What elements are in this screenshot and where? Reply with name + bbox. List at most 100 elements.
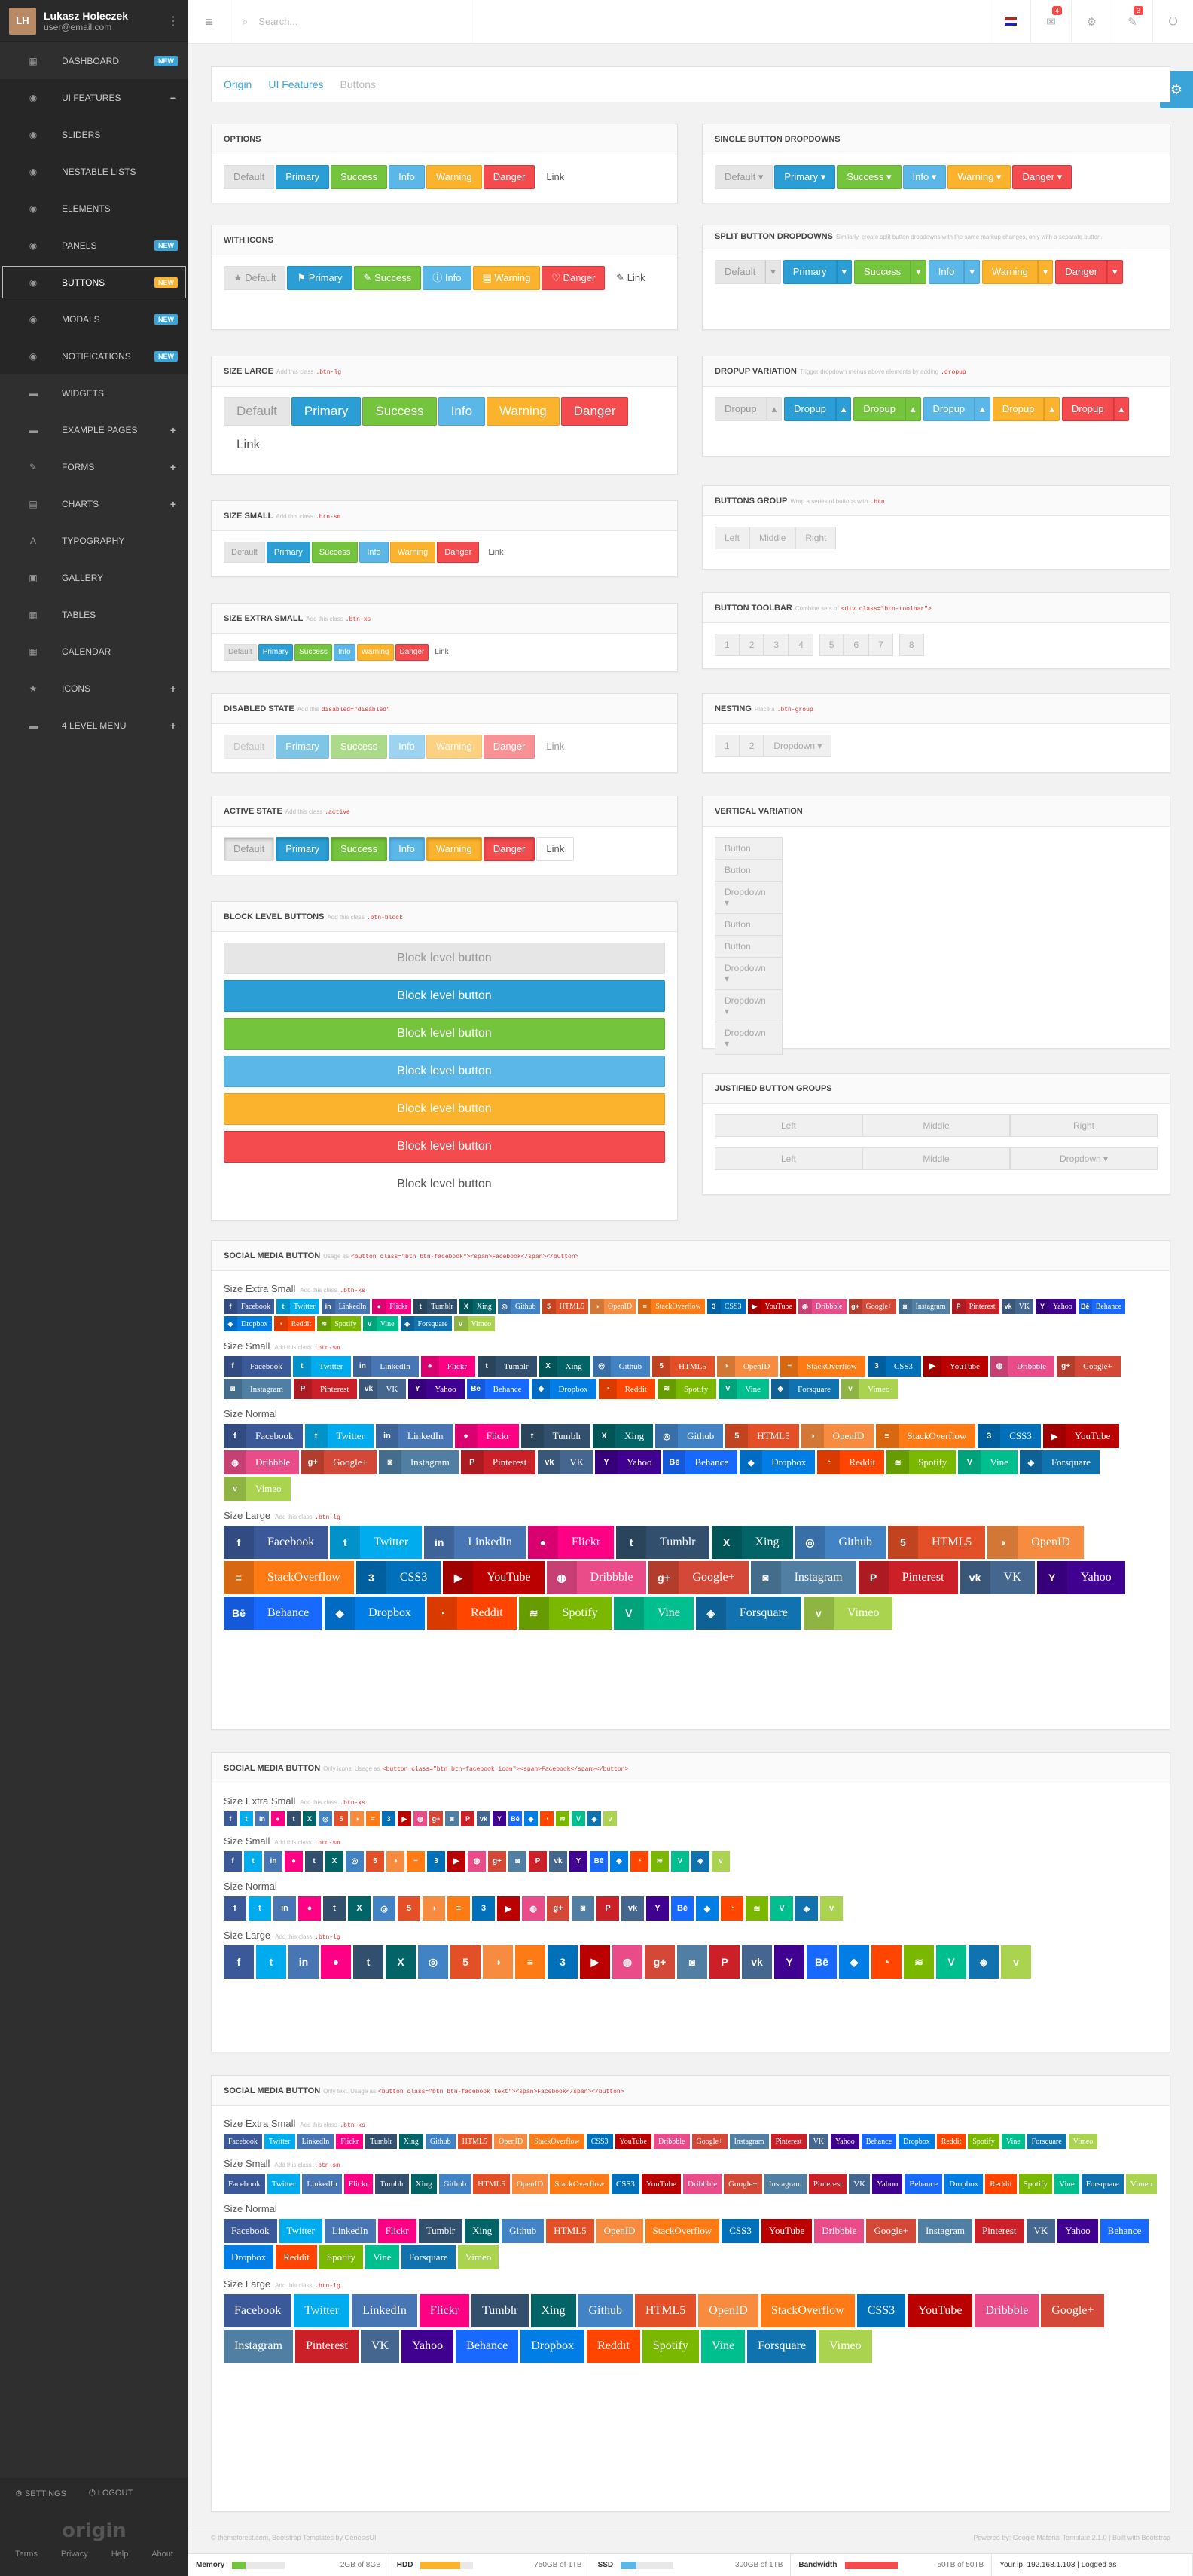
youtube-button[interactable]: ▶ [497, 1896, 520, 1921]
spotify-button[interactable]: ≋ Spotify [317, 1316, 361, 1331]
github-button[interactable]: ◎ [346, 1851, 364, 1872]
vine-button[interactable]: V Vine [958, 1450, 1018, 1474]
twitter-button[interactable]: Twitter [294, 2294, 350, 2327]
instagram-button[interactable]: ◙ [508, 1851, 526, 1872]
vine-button[interactable]: Vine [1001, 2134, 1025, 2149]
info-caret-button[interactable]: ▾ [964, 260, 980, 284]
vine-button[interactable]: Vine [365, 2245, 399, 2269]
danger-dropup-button[interactable]: Dropup [1061, 397, 1114, 421]
twitter-button[interactable]: t [244, 1851, 262, 1872]
xing-button[interactable]: X [303, 1811, 316, 1826]
xing-button[interactable]: X [325, 1851, 343, 1872]
pinterest-button[interactable]: P Pinterest [460, 1450, 536, 1474]
info-button[interactable]: Info [389, 735, 425, 759]
tumblr-button[interactable]: Tumblr [374, 2174, 409, 2194]
google-button[interactable]: Google+ [866, 2219, 917, 2243]
default-button[interactable]: Default [224, 165, 275, 189]
info-button[interactable]: Info [333, 644, 355, 661]
link-button[interactable]: Link [430, 644, 453, 661]
vine-button[interactable]: Vine [700, 2330, 746, 2363]
danger-button[interactable]: Danger [395, 644, 429, 661]
xing-button[interactable]: Xing [530, 2294, 576, 2327]
reddit-button[interactable]: ◔ Reddit [598, 1379, 655, 1399]
danger-caret-button[interactable]: ▾ [1107, 260, 1123, 284]
pinterest-button[interactable]: P [596, 1896, 619, 1921]
spotify-button[interactable]: Spotify [1018, 2174, 1053, 2194]
pinterest-button[interactable]: P [529, 1851, 547, 1872]
github-button[interactable]: ◎ Github [795, 1526, 886, 1559]
dropbox-button[interactable]: ◆ Dropbox [532, 1379, 596, 1399]
html5-button[interactable]: 5 [334, 1811, 348, 1826]
right-button[interactable]: Right [1010, 1114, 1158, 1137]
instagram-button[interactable]: ◙ Instagram [378, 1450, 459, 1474]
sidebar-item-ui-features[interactable]: ◉ UI Features − [0, 79, 188, 116]
html5-button[interactable]: HTML5 [634, 2294, 697, 2327]
vk-button[interactable]: vk VK [538, 1450, 593, 1474]
block-link-button[interactable]: Block level button [224, 1169, 665, 1200]
flickr-button[interactable]: ● Flickr [372, 1299, 412, 1314]
openid-button[interactable]: ◑ [350, 1811, 364, 1826]
vine-button[interactable]: V Vine [362, 1316, 398, 1331]
success-button[interactable]: Success [311, 542, 359, 563]
toolbar-button-8[interactable]: 8 [899, 634, 924, 656]
linkedin-button[interactable]: in [264, 1851, 282, 1872]
vk-button[interactable]: vk VK [960, 1561, 1035, 1594]
linkedin-button[interactable]: in [255, 1811, 269, 1826]
stackoverflow-button[interactable]: StackOverflow [645, 2219, 720, 2243]
facebook-button[interactable]: f Facebook [224, 1526, 328, 1559]
vimeo-button[interactable]: v Vimeo [841, 1379, 899, 1399]
success-button[interactable]: Success [362, 397, 437, 426]
block-success-button[interactable]: Block level button [224, 1018, 665, 1050]
messages-icon[interactable]: ✉ 4 [1030, 0, 1071, 44]
dropbox-button[interactable]: ◆ [610, 1851, 628, 1872]
sidebar-item-example-pages[interactable]: ▬ Example Pages + [0, 411, 188, 448]
openid-button[interactable]: ◑ [483, 1945, 513, 1979]
openid-button[interactable]: OpenID [511, 2174, 548, 2194]
youtube-button[interactable]: ▶ [580, 1945, 610, 1979]
expand-icon[interactable]: + [170, 424, 176, 436]
link-button[interactable]: Link [536, 837, 575, 861]
vk-button[interactable]: VK [808, 2134, 829, 2149]
spotify-button[interactable]: ≋ [904, 1945, 934, 1979]
xing-button[interactable]: X Xing [711, 1526, 793, 1559]
dropbox-button[interactable]: ◆ Dropbox [740, 1450, 816, 1474]
flickr-button[interactable]: ● [271, 1811, 285, 1826]
pinterest-button[interactable]: Pinterest [975, 2219, 1024, 2243]
tumblr-button[interactable]: t [305, 1851, 323, 1872]
primary-button[interactable]: Primary [276, 165, 329, 189]
success-button[interactable]: Success [294, 644, 332, 661]
stackoverflow-button[interactable]: StackOverflow [529, 2134, 584, 2149]
vine-button[interactable]: V [671, 1851, 689, 1872]
nest-dropdown-button[interactable]: Dropdown ▾ [764, 735, 832, 757]
behance-button[interactable]: Bē Behance [1078, 1299, 1126, 1314]
tumblr-button[interactable]: t Tumblr [477, 1356, 537, 1377]
dropbox-button[interactable]: ◆ [696, 1896, 719, 1921]
google-button[interactable]: Google+ [1041, 2294, 1105, 2327]
youtube-button[interactable]: YouTube [615, 2134, 651, 2149]
spotify-button[interactable]: ≋ [556, 1811, 569, 1826]
stackoverflow-button[interactable]: ≡ StackOverflow [224, 1561, 354, 1594]
twitter-button[interactable]: Twitter [264, 2134, 295, 2149]
menu-toggle-icon[interactable]: ≡ [188, 0, 230, 44]
behance-button[interactable]: Bē Behance [224, 1597, 323, 1630]
stackoverflow-button[interactable]: ≡ StackOverflow [638, 1299, 705, 1314]
vertical-button-1[interactable]: Button [715, 837, 783, 860]
nest-button-1[interactable]: 1 [715, 735, 740, 757]
sidebar-item-tables[interactable]: ▦ Tables [0, 596, 188, 633]
footer-link-help[interactable]: Help [111, 2550, 129, 2559]
facebook-button[interactable]: Facebook [224, 2174, 265, 2194]
behance-button[interactable]: Behance [861, 2134, 897, 2149]
middle-button[interactable]: Middle [862, 1147, 1010, 1170]
flickr-button[interactable]: Flickr [419, 2294, 470, 2327]
vertical-dropdown-8[interactable]: Dropdown ▾ [715, 1022, 783, 1055]
settings-link[interactable]: ⚙ Settings [15, 2489, 66, 2498]
facebook-button[interactable]: f [224, 1896, 246, 1921]
default-button[interactable]: Default [224, 735, 275, 759]
xing-button[interactable]: X Xing [459, 1299, 496, 1314]
css3-button[interactable]: 3 [382, 1811, 395, 1826]
tools-icon[interactable]: ✎ 3 [1112, 0, 1152, 44]
info-button[interactable]: Info [389, 837, 425, 861]
dropbox-button[interactable]: Dropbox [520, 2330, 585, 2363]
twitter-button[interactable]: Twitter [267, 2174, 301, 2194]
warning-button[interactable]: Warning [356, 644, 394, 661]
